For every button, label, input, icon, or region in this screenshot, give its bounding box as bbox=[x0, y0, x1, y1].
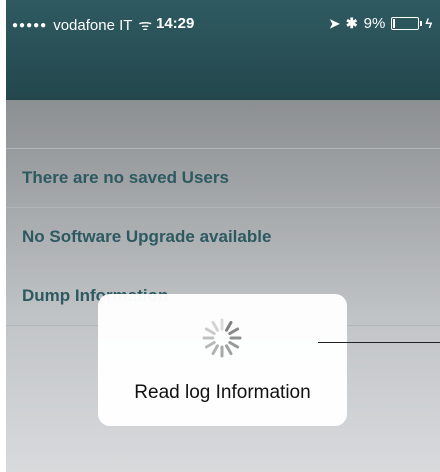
spinner-spoke bbox=[204, 327, 216, 335]
spinner-spoke bbox=[228, 327, 240, 335]
signal-strength-icon: ●●●●● bbox=[12, 19, 48, 31]
spinner-spoke bbox=[228, 341, 240, 349]
wifi-icon: ᯤ bbox=[138, 17, 153, 34]
activity-indicator-icon bbox=[202, 318, 242, 358]
battery-icon bbox=[391, 17, 423, 30]
list-item-label: There are no saved Users bbox=[22, 168, 229, 187]
carrier-name: vodafone IT bbox=[53, 16, 133, 34]
spinner-spoke bbox=[211, 320, 219, 332]
spinner-spoke bbox=[204, 341, 216, 349]
list-item-label: No Software Upgrade available bbox=[22, 227, 272, 246]
charging-icon: ϟ bbox=[425, 16, 433, 31]
location-arrow-icon: ➤ bbox=[329, 15, 340, 31]
status-time: 14:29 bbox=[156, 15, 195, 32]
hud-label: Read log Information bbox=[134, 382, 311, 403]
app-screen: ●●●●● vodafone IT ᯤ 14:29 ➤ ✱ 9% ϟ There… bbox=[0, 0, 440, 472]
annotation-pointer-line bbox=[318, 342, 440, 343]
list-item-saved-users[interactable]: There are no saved Users bbox=[6, 148, 440, 207]
spinner-spoke bbox=[225, 320, 233, 332]
battery-percent: 9% bbox=[363, 15, 386, 32]
bluetooth-icon: ✱ bbox=[345, 15, 358, 31]
navigation-bar: ●●●●● vodafone IT ᯤ 14:29 ➤ ✱ 9% ϟ bbox=[6, 0, 440, 100]
spinner-spoke bbox=[211, 344, 219, 356]
list-item-software-upgrade[interactable]: No Software Upgrade available bbox=[6, 207, 440, 266]
loading-hud: Read log Information bbox=[98, 294, 347, 426]
spinner-spoke bbox=[225, 344, 233, 356]
status-bar: ●●●●● vodafone IT ᯤ 14:29 ➤ ✱ 9% ϟ bbox=[6, 0, 440, 44]
